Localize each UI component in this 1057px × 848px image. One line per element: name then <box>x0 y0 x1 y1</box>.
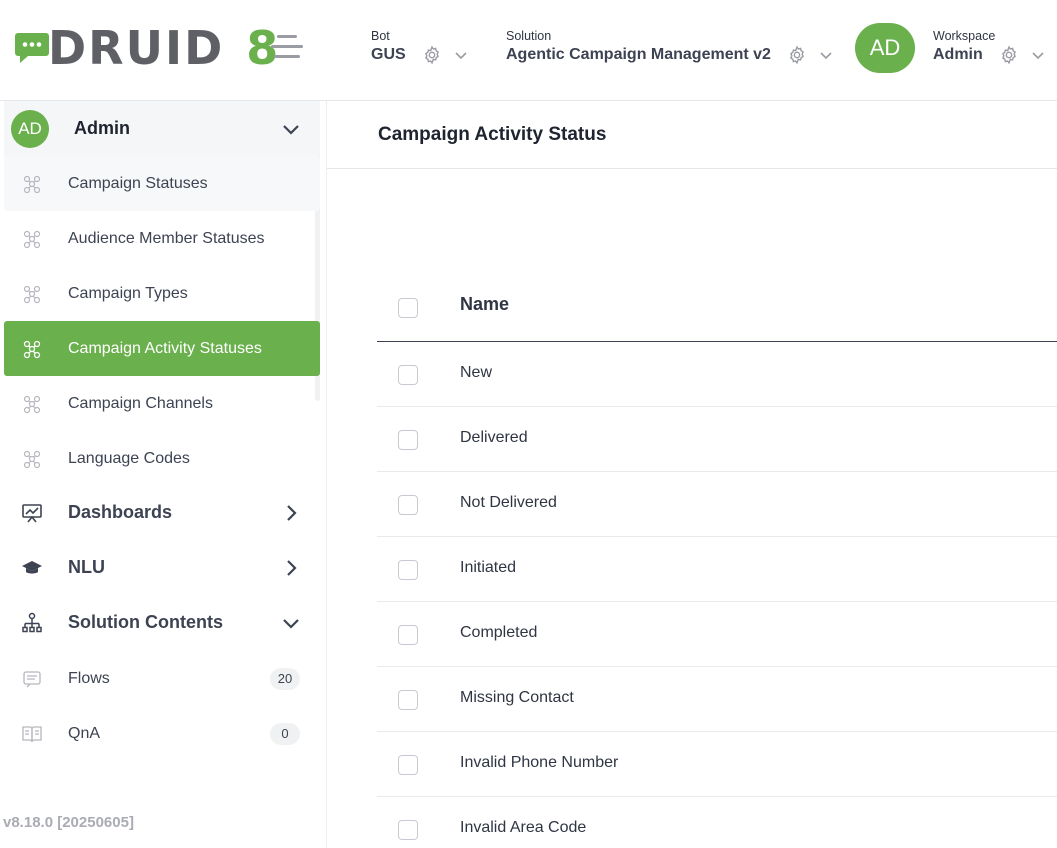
dashboard-icon <box>22 503 42 522</box>
row-checkbox[interactable] <box>398 820 418 840</box>
sidebar-item-label: Language Codes <box>68 449 190 467</box>
sidebar-item-label: QnA <box>68 724 101 742</box>
row-name: Not Delivered <box>460 494 557 511</box>
sidebar-item-label: Dashboards <box>68 502 173 522</box>
bot-settings-gear-icon[interactable] <box>422 45 442 65</box>
row-checkbox[interactable] <box>398 690 418 710</box>
bot-selector[interactable]: Bot GUS <box>371 28 468 66</box>
table-row[interactable]: Delivered <box>377 407 1057 472</box>
row-name: Initiated <box>460 559 517 576</box>
user-avatar[interactable]: AD <box>855 23 915 73</box>
chevron-right-icon <box>287 504 297 521</box>
solution-chevron-down-icon[interactable] <box>819 48 833 62</box>
row-checkbox[interactable] <box>398 755 418 775</box>
app-version: v8.18.0 [20250605] <box>3 814 134 831</box>
page-header: Campaign Activity Status <box>327 101 1057 169</box>
table-row[interactable]: Invalid Phone Number <box>377 732 1057 797</box>
sidebar-group-label: Admin <box>74 118 130 138</box>
row-name: Invalid Phone Number <box>460 754 619 771</box>
solution-value: Agentic Campaign Management v2 <box>506 46 771 63</box>
top-header: DRUID 8 Bot GUS Solution Agentic Campaig… <box>0 0 1057 101</box>
sidebar-item-solution-contents[interactable]: Solution Contents <box>4 595 320 650</box>
select-all-checkbox[interactable] <box>398 298 418 318</box>
row-checkbox[interactable] <box>398 625 418 645</box>
row-name: Invalid Area Code <box>460 819 587 836</box>
workspace-value: Admin <box>933 46 983 63</box>
sidebar-item-label: Campaign Activity Statuses <box>68 339 262 357</box>
admin-avatar: AD <box>11 109 49 148</box>
sidebar-item-label: Campaign Types <box>68 284 188 302</box>
row-name: Delivered <box>460 429 528 446</box>
table-row[interactable]: Invalid Area Code <box>377 797 1057 848</box>
row-name: New <box>460 364 493 381</box>
sidebar-item-label: Campaign Statuses <box>68 174 208 192</box>
entity-icon <box>23 340 41 358</box>
row-name: Completed <box>460 624 538 641</box>
menu-toggle-icon[interactable] <box>271 35 303 61</box>
sidebar: AD Admin Campaign Statuses Audience Memb… <box>0 101 327 848</box>
sidebar-item-label: NLU <box>68 557 105 577</box>
sidebar-item-label: Solution Contents <box>68 612 223 632</box>
brand-name: DRUID <box>48 21 225 75</box>
workspace-selector[interactable]: Workspace Admin <box>933 28 1045 66</box>
entity-icon <box>23 450 41 468</box>
entity-icon <box>23 395 41 413</box>
workspace-label: Workspace <box>933 29 996 43</box>
count-badge: 0 <box>270 722 300 745</box>
sidebar-item-campaign-channels[interactable]: Campaign Channels <box>4 376 320 431</box>
sidebar-item-qna[interactable]: QnA 0 <box>4 706 320 761</box>
table-header: Name <box>377 275 1057 342</box>
druid-logo[interactable]: DRUID 8 <box>14 24 278 72</box>
sidebar-item-audience-member-statuses[interactable]: Audience Member Statuses <box>4 211 320 266</box>
row-name: Missing Contact <box>460 689 574 706</box>
row-checkbox[interactable] <box>398 560 418 580</box>
table-row[interactable]: Not Delivered <box>377 472 1057 537</box>
bot-chevron-down-icon[interactable] <box>454 48 468 62</box>
table-row[interactable]: Initiated <box>377 537 1057 602</box>
solution-settings-gear-icon[interactable] <box>787 45 807 65</box>
bot-value: GUS <box>371 46 406 63</box>
sidebar-item-campaign-activity-statuses[interactable]: Campaign Activity Statuses <box>4 321 320 376</box>
solution-label: Solution <box>506 29 552 43</box>
table-row[interactable]: Missing Contact <box>377 667 1057 732</box>
column-header-name[interactable]: Name <box>460 294 509 315</box>
sidebar-item-language-codes[interactable]: Language Codes <box>4 431 320 486</box>
page-title: Campaign Activity Status <box>378 124 607 145</box>
chevron-down-icon <box>283 124 299 135</box>
sidebar-item-label: Flows <box>68 669 110 687</box>
entity-icon <box>23 285 41 303</box>
row-checkbox[interactable] <box>398 495 418 515</box>
workspace-settings-gear-icon[interactable] <box>999 45 1019 65</box>
sidebar-item-flows[interactable]: Flows 20 <box>4 651 320 706</box>
hierarchy-icon <box>22 612 42 632</box>
entity-icon <box>23 175 41 193</box>
row-checkbox[interactable] <box>398 430 418 450</box>
sidebar-item-label: Audience Member Statuses <box>68 229 265 247</box>
graduation-cap-icon <box>22 560 42 573</box>
flows-icon <box>23 670 41 687</box>
count-badge: 20 <box>270 667 300 690</box>
sidebar-item-campaign-types[interactable]: Campaign Types <box>4 266 320 321</box>
row-checkbox[interactable] <box>398 365 418 385</box>
bot-label: Bot <box>371 29 390 43</box>
table-row[interactable]: Completed <box>377 602 1057 667</box>
solution-selector[interactable]: Solution Agentic Campaign Management v2 <box>506 28 833 66</box>
sidebar-item-nlu[interactable]: NLU <box>4 540 320 595</box>
chevron-down-icon <box>283 618 299 629</box>
book-icon <box>22 725 42 742</box>
table-row[interactable]: New <box>377 342 1057 407</box>
chat-bubble-logo-icon <box>15 33 49 63</box>
sidebar-group-admin[interactable]: AD Admin <box>4 101 320 156</box>
sidebar-item-label: Campaign Channels <box>68 394 213 412</box>
sidebar-item-dashboards[interactable]: Dashboards <box>4 485 320 540</box>
entity-icon <box>23 230 41 248</box>
workspace-chevron-down-icon[interactable] <box>1031 48 1045 62</box>
chevron-right-icon <box>287 559 297 576</box>
sidebar-item-campaign-statuses[interactable]: Campaign Statuses <box>4 156 320 211</box>
